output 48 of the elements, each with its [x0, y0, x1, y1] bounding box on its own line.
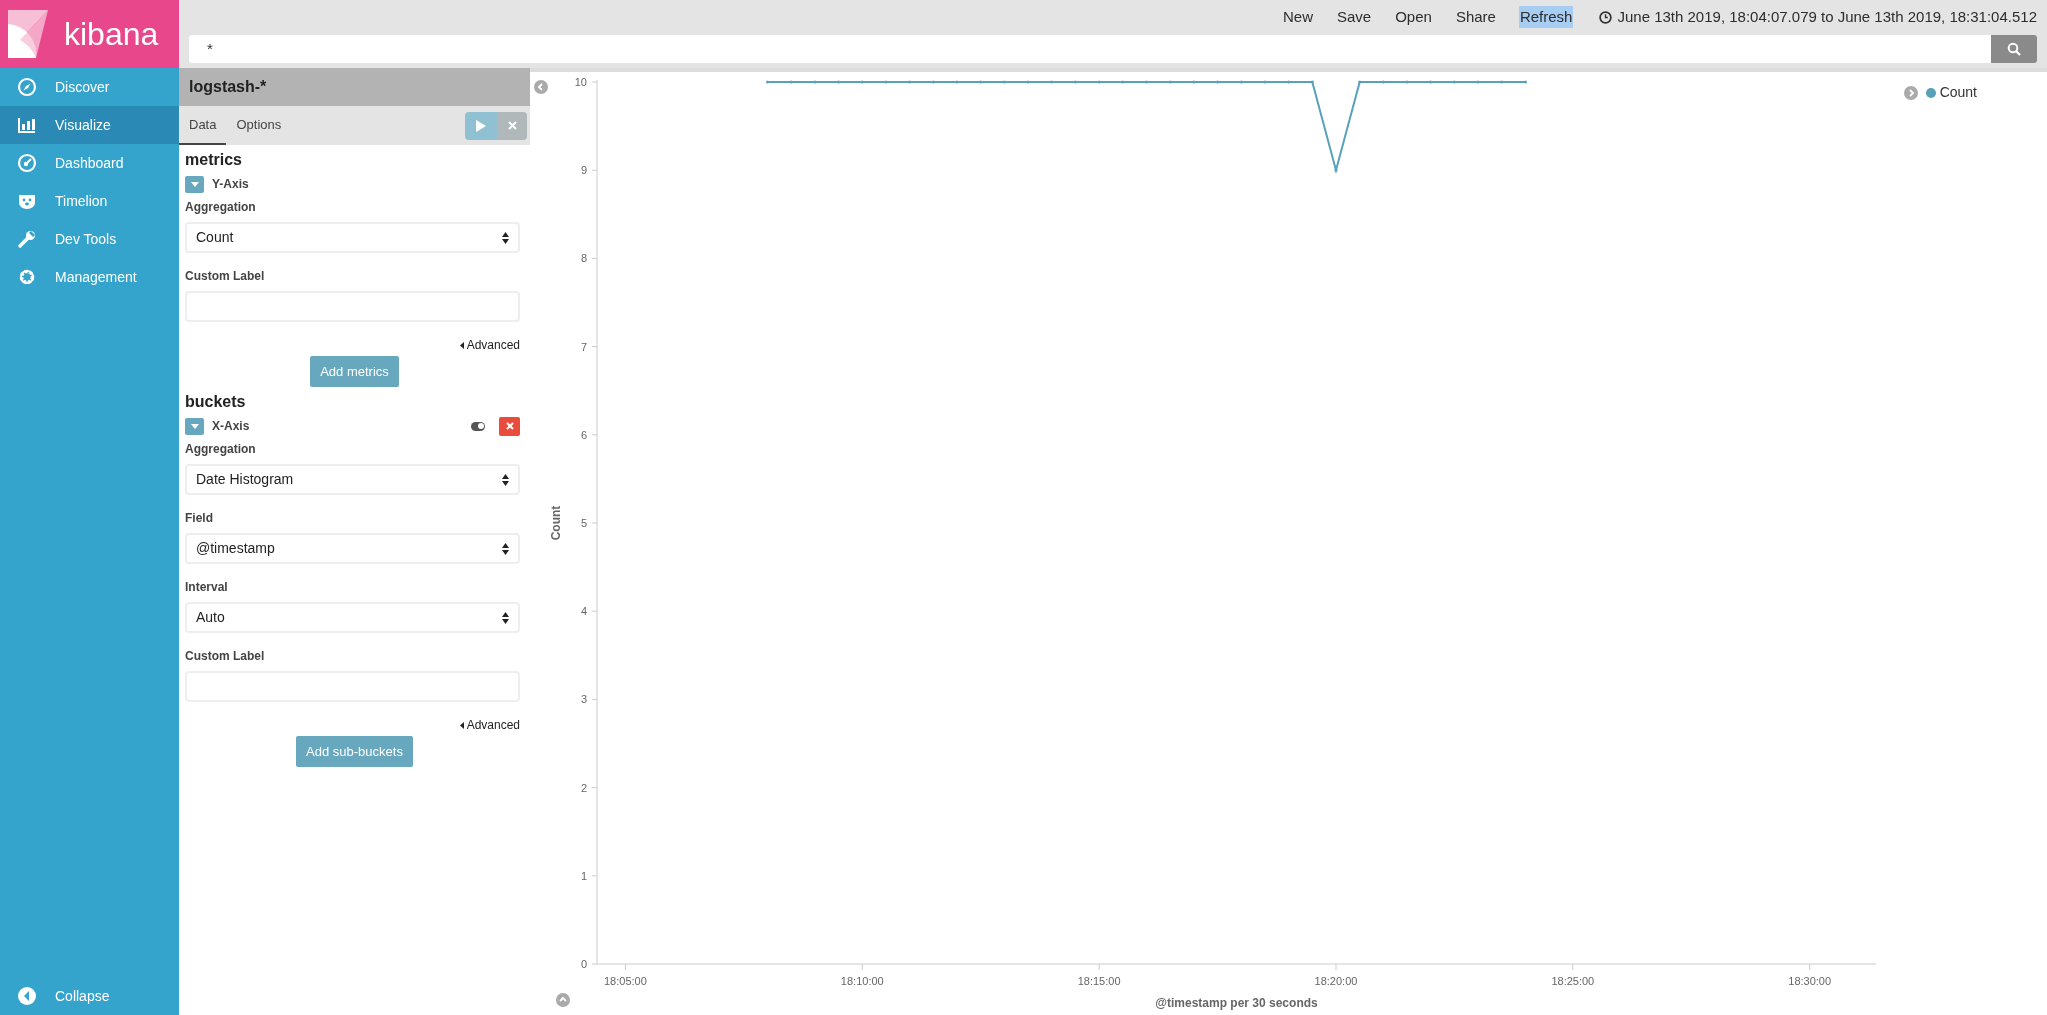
index-pattern-header: logstash-*	[179, 68, 530, 106]
x-axis-title: @timestamp per 30 seconds	[1155, 996, 1318, 1010]
y-tick-label: 8	[580, 252, 587, 265]
y-tick-label: 7	[580, 340, 587, 353]
field-label: Custom Label	[185, 268, 266, 285]
legend-item[interactable]: Count	[1925, 82, 1977, 103]
sidebar-item[interactable]: Visualize	[0, 106, 179, 144]
x-tick-label: 18:20:00	[1314, 975, 1358, 987]
section-heading: buckets	[185, 392, 247, 412]
y-tick-label: 5	[580, 517, 587, 529]
x-tick-label: 18:05:00	[604, 975, 647, 987]
logo-text: kibana	[64, 18, 159, 50]
search-field[interactable]: *	[189, 35, 1991, 63]
menu-link[interactable]: Share	[1454, 5, 1497, 29]
time-range-picker[interactable]: June 13th 2019, 18:04:07.079 to June 13th 2019, 18:31:04.512	[1599, 5, 2037, 29]
y-tick-label: 0	[580, 958, 587, 970]
editor-tab[interactable]: Options	[226, 106, 292, 145]
x-tick-label: 18:10:00	[840, 975, 884, 987]
advanced-link[interactable]: Advanced	[459, 716, 520, 734]
y-tick-label: 3	[580, 693, 587, 706]
editor-tab[interactable]: Data	[179, 106, 227, 145]
x-tick-label: 18:15:00	[1077, 975, 1121, 987]
section-heading: metrics	[185, 150, 243, 170]
agg-title: Y-Axis	[212, 176, 250, 193]
y-tick-label: 2	[580, 781, 587, 794]
menu-link[interactable]: Refresh	[1518, 5, 1574, 29]
agg-title: X-Axis	[212, 418, 251, 435]
select-dropdown[interactable]: Count	[185, 222, 520, 253]
select-dropdown[interactable]: Date Histogram	[185, 464, 520, 495]
y-tick-label: 4	[580, 605, 587, 618]
advanced-link[interactable]: Advanced	[459, 336, 520, 354]
field-label: Aggregation	[185, 199, 257, 216]
y-tick-label: 9	[580, 164, 587, 177]
select-dropdown[interactable]: @timestamp	[185, 533, 520, 564]
y-tick-label: 6	[580, 428, 587, 441]
field-label: Custom Label	[185, 648, 266, 665]
x-tick-label: 18:30:00	[1788, 975, 1832, 987]
select-dropdown[interactable]: Auto	[185, 602, 520, 633]
y-tick-label: 10	[574, 76, 587, 88]
field-label: Field	[185, 510, 214, 527]
field-label: Interval	[185, 579, 229, 596]
field-label: Aggregation	[185, 441, 257, 458]
menu-link[interactable]: Save	[1336, 5, 1373, 29]
y-axis-title: Count	[549, 505, 563, 541]
menu-link[interactable]: Open	[1394, 5, 1433, 29]
x-tick-label: 18:25:00	[1551, 975, 1595, 987]
y-tick-label: 1	[580, 869, 587, 882]
menu-link[interactable]: New	[1282, 5, 1314, 29]
